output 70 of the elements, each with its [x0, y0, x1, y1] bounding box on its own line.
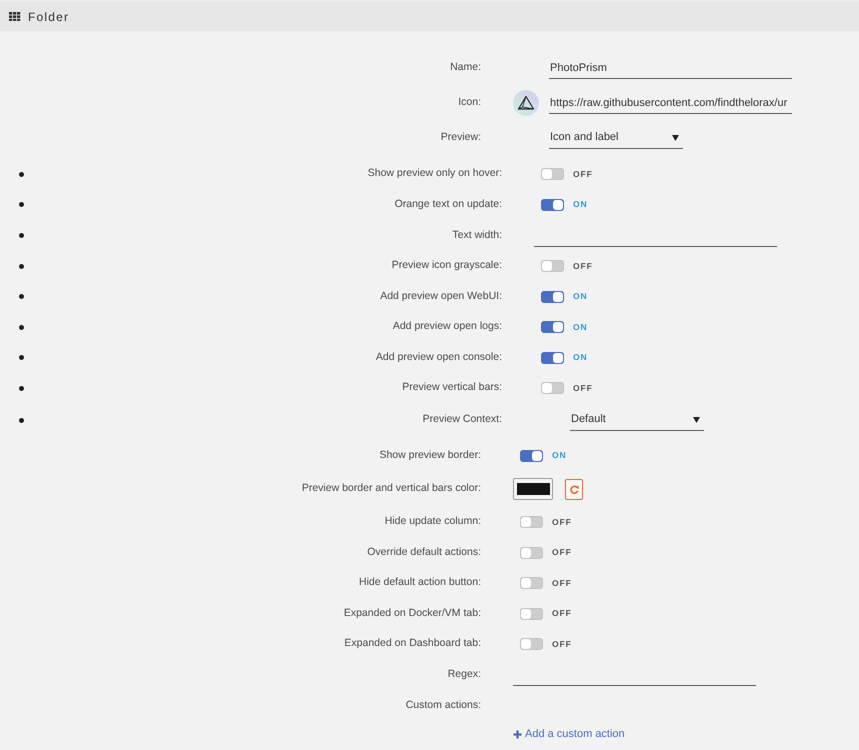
switch-state-text: OFF [552, 576, 572, 590]
refresh-icon [570, 484, 578, 494]
text-field[interactable]: PhotoPrism [549, 57, 792, 79]
reset-button[interactable] [565, 478, 583, 500]
field-label: Regex: [448, 667, 481, 682]
toggle-switch[interactable] [520, 608, 543, 620]
toggle-switch[interactable] [541, 168, 564, 180]
switch-state-text: OFF [552, 638, 572, 651]
bullet-icon [19, 386, 24, 391]
field-label: Expanded on Docker/VM tab: [344, 606, 481, 621]
dropdown[interactable]: Default [570, 409, 704, 431]
toggle-switch[interactable] [541, 352, 564, 364]
field-label: Hide default action button: [358, 575, 481, 590]
bullet-icon [19, 418, 24, 422]
header-title: Folder [28, 8, 70, 26]
bullet-icon [19, 324, 24, 330]
toggle-switch[interactable] [520, 516, 543, 528]
toggle-switch[interactable] [541, 321, 564, 334]
field-label: Add preview open console: [376, 350, 502, 365]
field-label: Expanded on Dashboard tab: [344, 636, 481, 652]
field-label: Show preview only on hover: [368, 166, 502, 182]
switch-state-text: ON [573, 351, 588, 364]
switch-state-text: OFF [573, 168, 593, 181]
plus-icon [513, 730, 522, 739]
field-label: Preview border and vertical bars color: [302, 481, 481, 496]
bullet-icon [19, 202, 24, 208]
bullet-icon [19, 355, 24, 360]
toggle-switch[interactable] [541, 290, 564, 303]
switch-state-text: ON [573, 320, 588, 334]
field-label: Preview vertical bars: [402, 380, 502, 396]
field-label: Text width: [452, 228, 502, 243]
dropdown[interactable]: Icon and label [549, 127, 683, 149]
text-field[interactable]: https://raw.githubusercontent.com/findthelorax/ur [549, 92, 792, 114]
field-label: Icon: [458, 95, 481, 110]
switch-state-text: OFF [552, 607, 572, 620]
toggle-switch[interactable] [541, 260, 564, 272]
switch-state-text: OFF [552, 516, 572, 529]
switch-state-text: ON [573, 290, 588, 304]
color-picker-button[interactable] [513, 478, 553, 500]
toggle-switch[interactable] [520, 638, 543, 650]
field-label: Preview: [440, 130, 481, 146]
grid-icon [9, 12, 21, 22]
switch-state-text: OFF [552, 546, 572, 560]
triangle-logo-icon [513, 90, 539, 116]
field-label: Orange text on update: [394, 196, 502, 212]
field-label: Override default actions: [367, 544, 481, 560]
toggle-switch[interactable] [520, 546, 543, 559]
caret-down-icon [672, 134, 679, 140]
toggle-switch[interactable] [541, 382, 564, 394]
field-label: Name: [450, 60, 481, 76]
switch-state-text: OFF [573, 260, 593, 273]
field-label: Add preview open logs: [392, 319, 502, 334]
bullet-icon [19, 294, 24, 300]
field-label: Add preview open WebUI: [380, 288, 502, 304]
field-label: Custom actions: [406, 698, 481, 713]
field-label: Preview icon grayscale: [392, 258, 502, 274]
bullet-icon [19, 172, 24, 177]
toggle-switch[interactable] [520, 450, 543, 462]
field-label: Preview Context: [422, 412, 502, 428]
switch-state-text: ON [573, 198, 588, 212]
add-custom-action-link[interactable]: Add a custom action [513, 726, 625, 743]
switch-state-text: ON [552, 449, 567, 462]
bullet-icon [19, 264, 24, 269]
toggle-switch[interactable] [541, 198, 564, 211]
bullet-icon [19, 233, 24, 238]
switch-state-text: OFF [573, 382, 593, 395]
field-label: Show preview border: [379, 448, 481, 463]
field-label: Hide update column: [384, 514, 481, 530]
caret-down-icon [693, 416, 700, 422]
toggle-switch[interactable] [520, 577, 543, 590]
